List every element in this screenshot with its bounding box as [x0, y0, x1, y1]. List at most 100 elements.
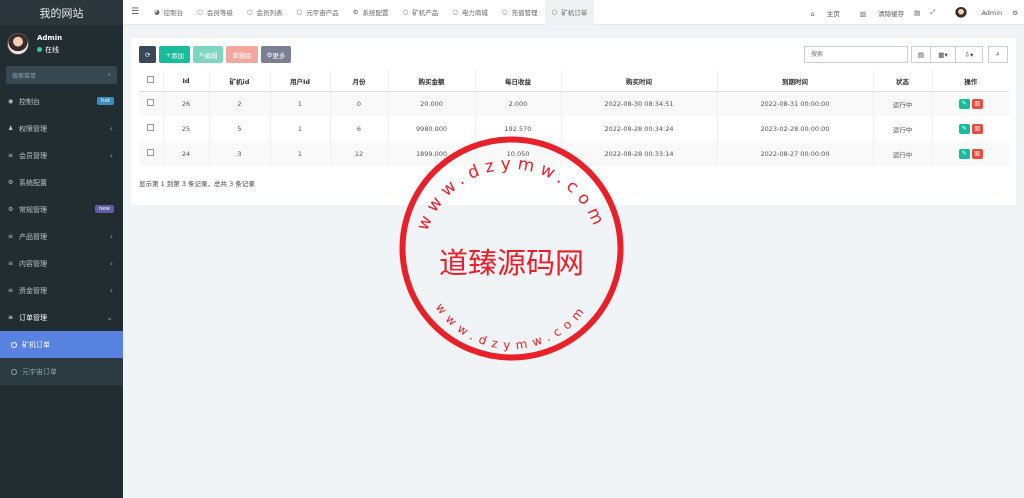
export-icon[interactable]: ⇩▾	[956, 46, 983, 63]
tab-5[interactable]: ○ 矿机产品	[396, 0, 446, 25]
row-delete-icon[interactable]: ▥	[971, 148, 983, 159]
app-logo[interactable]: 我的网站	[0, 0, 123, 25]
user-status-label: 在线	[45, 45, 59, 54]
chevron-icon: ‹	[109, 259, 113, 268]
sidebar-item-4[interactable]: ⚙ 常规管理 new	[0, 196, 123, 223]
tab-label: 会员等级	[206, 9, 233, 17]
row-actions: ✎ ▥	[932, 91, 1009, 116]
column-header[interactable]: 月份	[330, 71, 389, 92]
top-navbar: ☰ ◕ 控制台 ○ 会员等级 ○ 会员列表 ○ 元宇宙产品 ⚙ 系统配置 ○ 矿机产品 ○ 电力商城 ○ 充值…	[123, 0, 1024, 25]
column-header[interactable]: 状态	[873, 71, 933, 92]
tab-3[interactable]: ○ 元宇宙产品	[290, 0, 346, 25]
gear-icon: ⚙	[352, 8, 359, 16]
more-button[interactable]: ⚙ 更多	[260, 46, 292, 63]
table-cell: 26	[163, 91, 210, 116]
menu-badge: new	[94, 205, 114, 213]
sidebar-item-1[interactable]: ♟ 权限管理 ‹	[0, 115, 123, 142]
sidebar-item-8[interactable]: ≡ 订单管理 ⌄	[0, 304, 123, 331]
table-cell: 2022-08-27 00:00:00	[717, 141, 874, 166]
sidebar-item-label: 会员管理	[19, 151, 47, 160]
column-header[interactable]: 用户Id	[270, 71, 331, 92]
table-cell: 1	[270, 141, 331, 166]
refresh-button[interactable]: ⟳	[139, 46, 157, 63]
translate-icon[interactable]: ▤	[914, 9, 920, 17]
tab-1[interactable]: ○ 会员等级	[190, 0, 240, 25]
menu-toggle-icon[interactable]: ☰	[123, 7, 147, 17]
search-icon[interactable]: ⌕	[988, 46, 1008, 63]
circle-icon: ○	[501, 8, 508, 16]
menu-icon: ≡	[8, 287, 14, 294]
sidebar-item-label: 订单管理	[19, 313, 47, 322]
home-icon: ⌂	[810, 9, 817, 18]
row-checkbox[interactable]	[147, 99, 155, 107]
clear-cache-button[interactable]: ▥ 清除缓存	[850, 8, 904, 18]
edit-button[interactable]: ✎ 编辑	[192, 46, 224, 63]
sidebar-item-3[interactable]: ⚙ 系统配置	[0, 169, 123, 196]
table-search-input[interactable]	[804, 46, 908, 63]
table-cell: 运行中	[873, 91, 933, 116]
admin-menu[interactable]: Admin	[945, 6, 1002, 19]
tab-2[interactable]: ○ 会员列表	[240, 0, 290, 25]
sidebar-subitem-0[interactable]: 矿机订单	[0, 331, 123, 358]
menu-icon: ♟	[8, 125, 14, 132]
sidebar-search-input[interactable]: 搜索菜单 ⌕	[6, 66, 117, 84]
row-checkbox[interactable]	[147, 124, 155, 131]
table-cell: 12	[330, 141, 389, 166]
toggle-view-icon[interactable]: ▤	[911, 46, 931, 63]
sidebar-item-label: 产品管理	[19, 232, 47, 241]
select-all-checkbox[interactable]	[147, 76, 155, 84]
row-select-cell	[139, 141, 164, 166]
menu-icon: ⚙	[8, 206, 14, 213]
add-button[interactable]: + 添加	[159, 46, 190, 63]
column-header[interactable]: 到期时间	[717, 71, 874, 92]
columns-icon[interactable]: ▦▾	[931, 46, 956, 63]
sidebar-item-6[interactable]: ≡ 内容管理 ‹	[0, 250, 123, 277]
dashboard-icon: ◕	[154, 8, 160, 16]
tab-0[interactable]: ◕ 控制台	[147, 0, 190, 25]
column-header[interactable]: 矿机id	[209, 71, 271, 92]
column-header[interactable]: 购买时间	[561, 71, 718, 92]
row-actions: ✎ ▥	[932, 141, 1009, 166]
sidebar-item-5[interactable]: ≡ 产品管理 ‹	[0, 223, 123, 250]
tab-7[interactable]: ○ 充值管理	[495, 0, 545, 25]
sidebar-item-label: 控制台	[19, 97, 40, 106]
menu-icon: ≡	[8, 260, 14, 267]
fullscreen-icon[interactable]: ⤢	[930, 8, 935, 17]
tab-6[interactable]: ○ 电力商城	[445, 0, 495, 25]
column-header[interactable]: 操作	[932, 71, 1009, 92]
tab-8[interactable]: ○ 矿机订单	[544, 0, 595, 25]
sidebar-item-0[interactable]: ◉ 控制台 hot	[0, 88, 123, 115]
watermark-stamp: www.dzymw.com www.dzymw.com 道臻源码网	[399, 136, 624, 361]
sidebar-item-7[interactable]: ≡ 资金管理 ‹	[0, 277, 123, 304]
row-edit-icon[interactable]: ✎	[958, 98, 970, 109]
stamp-center-text: 道臻源码网	[439, 246, 584, 280]
circle-icon: ○	[402, 8, 409, 16]
home-label: 主页	[826, 9, 840, 18]
sidebar-item-label: 资金管理	[19, 286, 47, 295]
settings-gear-icon[interactable]: ⚙	[1012, 9, 1018, 17]
delete-button[interactable]: ▥ 删除	[226, 46, 258, 63]
row-edit-icon[interactable]: ✎	[958, 148, 970, 159]
sidebar-subitem-1[interactable]: 元宇宙订单	[0, 358, 123, 385]
column-header[interactable]: 每日收益	[475, 71, 562, 92]
row-checkbox[interactable]	[147, 149, 155, 156]
sidebar: 我的网站 Admin 在线 搜索菜单 ⌕ ◉ 控制台 hot ♟ 权限管理 ‹ ≡ 会员管理 ‹ ⚙…	[0, 0, 123, 498]
home-link[interactable]: ⌂ 主页	[801, 8, 840, 18]
table-cell: 5	[209, 116, 271, 141]
table-cell: 2023-02-28 00:00:00	[717, 116, 874, 141]
row-delete-icon[interactable]: ▥	[971, 123, 983, 134]
tab-label: 电力商城	[461, 9, 488, 17]
table-toolbar: ⟳ + 添加 ✎ 编辑 ▥ 删除 ⚙ 更多	[139, 46, 294, 63]
table-row[interactable]: 26 2 1 0 20.000 2.000 2022-08-30 08:34:51 2022-…	[139, 91, 1009, 116]
row-actions: ✎ ▥	[932, 116, 1009, 141]
row-delete-icon[interactable]: ▥	[971, 98, 983, 109]
delete-label: 删除	[238, 51, 252, 60]
column-header[interactable]: 购买金额	[388, 71, 476, 92]
table-cell: 0	[330, 91, 389, 116]
avatar[interactable]	[7, 33, 29, 55]
sidebar-item-2[interactable]: ≡ 会员管理 ‹	[0, 142, 123, 169]
column-header[interactable]: Id	[163, 71, 210, 92]
tab-4[interactable]: ⚙ 系统配置	[346, 0, 396, 25]
menu-icon: ≡	[8, 314, 14, 321]
row-edit-icon[interactable]: ✎	[958, 123, 970, 134]
